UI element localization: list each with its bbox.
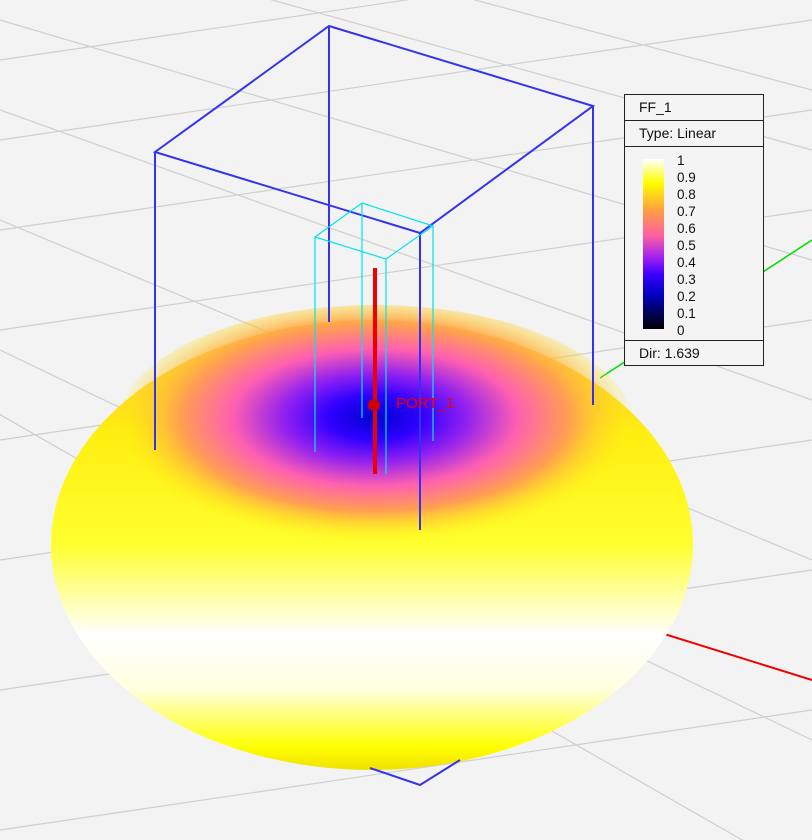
- radiation-pattern-torus: [51, 305, 693, 770]
- legend-type: Type: Linear: [625, 121, 763, 147]
- tick-label: 0.4: [677, 255, 696, 270]
- tick-label: 0.3: [677, 272, 696, 287]
- color-bar: [643, 159, 664, 329]
- legend-title: FF_1: [625, 95, 763, 121]
- tick-label: 0.1: [677, 306, 696, 321]
- tick-label: 0: [677, 323, 685, 338]
- legend-ticks: 1 0.9 0.8 0.7 0.6 0.5 0.4 0.3 0.2 0.1 0: [677, 152, 696, 339]
- tick-label: 1: [677, 153, 685, 168]
- port-marker[interactable]: [368, 399, 380, 411]
- directivity-value: Dir: 1.639: [639, 345, 700, 361]
- legend-scale: 1 0.9 0.8 0.7 0.6 0.5 0.4 0.3 0.2 0.1 0: [625, 147, 763, 341]
- tick-label: 0.6: [677, 221, 696, 236]
- tick-label: 0.8: [677, 187, 696, 202]
- port-label: PORT_1: [396, 395, 454, 412]
- tick-label: 0.9: [677, 170, 696, 185]
- color-legend: FF_1 Type: Linear 1 0.9 0.8 0.7 0.6 0.5 …: [624, 94, 764, 366]
- tick-label: 0.7: [677, 204, 696, 219]
- tick-label: 0.5: [677, 238, 696, 253]
- tick-label: 0.2: [677, 289, 696, 304]
